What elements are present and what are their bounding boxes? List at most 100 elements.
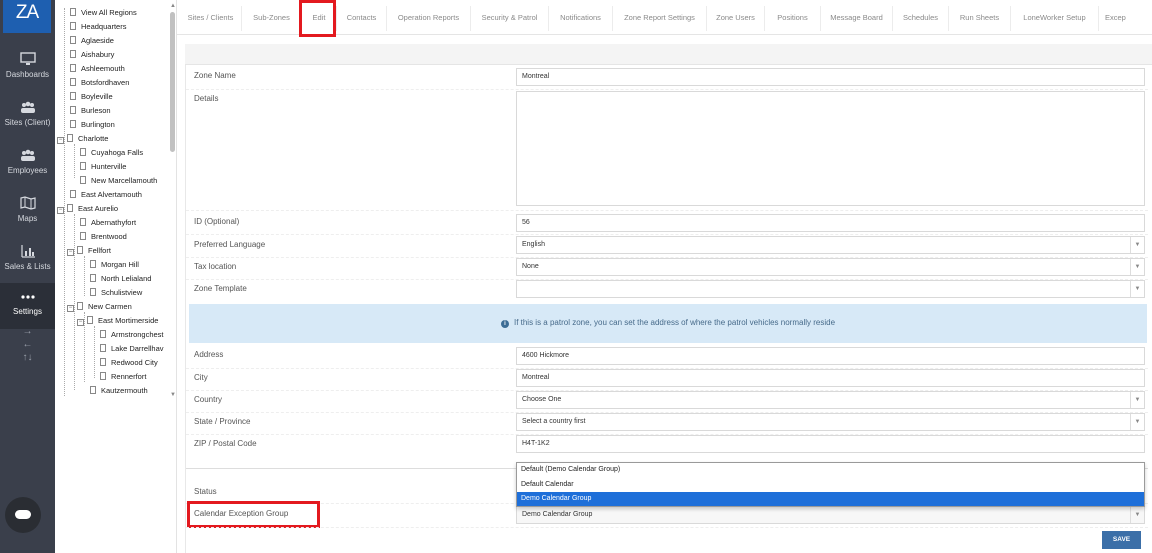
chevron-down-icon: ▼ [1130, 237, 1144, 253]
nav-sites-client[interactable]: Sites (Client) [0, 94, 55, 140]
nav-collapse-controls[interactable]: → ← ↑↓ [0, 325, 55, 364]
scroll-down-icon[interactable]: ▼ [170, 392, 176, 398]
tree-item[interactable]: Redwood City [100, 358, 158, 368]
app-logo[interactable]: ZA [3, 0, 51, 33]
tree-item[interactable]: Brentwood [80, 232, 127, 242]
tree-item[interactable]: North Lelialand [90, 274, 151, 284]
nav-employees[interactable]: Employees [0, 142, 55, 188]
zip-input[interactable]: H4T-1K2 [516, 435, 1145, 453]
address-input[interactable]: 4600 Hickmore [516, 347, 1145, 365]
nav-dashboards[interactable]: Dashboards [0, 46, 55, 92]
file-icon [70, 64, 76, 72]
details-textarea[interactable] [516, 91, 1145, 206]
state-label: State / Province [194, 417, 251, 426]
id-input[interactable]: 56 [516, 214, 1145, 232]
tab-sub-zones[interactable]: Sub-Zones [242, 6, 302, 31]
arrow-updown-icon[interactable]: ↑↓ [0, 351, 55, 364]
tree-item[interactable]: Burlington [70, 120, 115, 130]
state-select[interactable]: Select a country first ▼ [516, 413, 1145, 431]
arrow-right-icon[interactable]: → [0, 325, 55, 338]
scroll-up-icon[interactable]: ▲ [170, 3, 176, 9]
tree-item[interactable]: Hunterville [80, 162, 126, 172]
language-label: Preferred Language [194, 240, 266, 249]
nav-maps[interactable]: Maps [0, 190, 55, 236]
tab-notifications[interactable]: Notifications [549, 6, 613, 31]
tree-item[interactable]: New Marcellamouth [80, 176, 157, 186]
zone-name-label: Zone Name [194, 71, 236, 80]
tree-item[interactable]: Rennerfort [100, 372, 146, 382]
status-label: Status [194, 487, 217, 496]
dropdown-option[interactable]: Default (Demo Calendar Group) [517, 463, 1144, 477]
tree-item[interactable]: Morgan Hill [90, 260, 139, 270]
tab-loneworker-setup[interactable]: LoneWorker Setup [1011, 6, 1099, 31]
tree-scrollbar[interactable]: ▲ ▼ [169, 0, 177, 400]
chevron-down-icon: ▼ [1130, 392, 1144, 408]
chat-button[interactable] [5, 497, 41, 533]
calendar-group-value: Demo Calendar Group [522, 511, 593, 518]
tab-security-patrol[interactable]: Security & Patrol [471, 6, 549, 31]
save-button[interactable]: SAVE [1102, 531, 1141, 549]
tree-item[interactable]: Headquarters [70, 22, 126, 32]
collapse-toggle-icon[interactable]: − [77, 319, 84, 326]
tab-sites-clients[interactable]: Sites / Clients [180, 6, 242, 31]
tree-item[interactable]: Cuyahoga Falls [80, 148, 143, 158]
dropdown-option-selected[interactable]: Demo Calendar Group [517, 492, 1144, 506]
tree-item[interactable]: − Charlotte [57, 134, 108, 144]
tree-item[interactable]: Abernathyfort [80, 218, 136, 228]
details-label: Details [194, 94, 219, 103]
tree-item[interactable]: Burleson [70, 106, 111, 116]
tree-item[interactable]: − New Carmen [67, 302, 132, 312]
tab-positions[interactable]: Positions [765, 6, 821, 31]
collapse-toggle-icon[interactable]: − [57, 137, 64, 144]
file-icon [70, 50, 76, 58]
tree-item[interactable]: − East Mortimerside [77, 316, 158, 326]
tree-item[interactable]: − Fellfort [67, 246, 111, 256]
file-icon [70, 190, 76, 198]
nav-label: Sales & Lists [4, 262, 51, 271]
language-select[interactable]: English ▼ [516, 236, 1145, 254]
file-icon [77, 302, 83, 310]
tab-zone-users[interactable]: Zone Users [707, 6, 765, 31]
tab-contacts[interactable]: Contacts [337, 6, 387, 31]
tree-item[interactable]: View All Regions [70, 8, 137, 18]
collapse-toggle-icon[interactable]: − [67, 249, 74, 256]
scroll-thumb[interactable] [170, 12, 175, 152]
tree-item[interactable]: Armstrongchest [100, 330, 164, 340]
tab-message-board[interactable]: Message Board [821, 6, 893, 31]
nav-settings[interactable]: Settings [0, 283, 55, 329]
city-input[interactable]: Montreal [516, 369, 1145, 387]
tree-item[interactable]: Lake Darrellhav [100, 344, 164, 354]
tab-schedules[interactable]: Schedules [893, 6, 949, 31]
tab-operation-reports[interactable]: Operation Reports [387, 6, 471, 31]
collapse-toggle-icon[interactable]: − [57, 207, 64, 214]
tab-run-sheets[interactable]: Run Sheets [949, 6, 1011, 31]
country-value: Choose One [522, 396, 562, 403]
tab-zone-report-settings[interactable]: Zone Report Settings [613, 6, 707, 31]
tax-select[interactable]: None ▼ [516, 258, 1145, 276]
chevron-down-icon: ▼ [1130, 281, 1144, 297]
tab-exceptions[interactable]: Excep [1099, 6, 1152, 31]
template-select[interactable]: ▼ [516, 280, 1145, 298]
file-icon [70, 92, 76, 100]
tree-item[interactable]: Ashleemouth [70, 64, 125, 74]
file-icon [67, 134, 73, 142]
country-select[interactable]: Choose One ▼ [516, 391, 1145, 409]
tree-item[interactable]: Kautzermouth [90, 386, 148, 396]
nav-label: Employees [7, 166, 48, 175]
collapse-toggle-icon[interactable]: − [67, 305, 74, 312]
nav-sales-lists[interactable]: Sales & Lists [0, 238, 55, 284]
dropdown-option[interactable]: Default Calendar [517, 478, 1144, 492]
zone-name-input[interactable]: Montreal [516, 68, 1145, 86]
tree-item[interactable]: East Alvertamouth [70, 190, 142, 200]
arrow-left-icon[interactable]: ← [0, 338, 55, 351]
tree-item[interactable]: Botsfordhaven [70, 78, 129, 88]
calendar-group-select[interactable]: Demo Calendar Group ▼ [516, 506, 1145, 524]
file-icon [80, 148, 86, 156]
tree-item[interactable]: Aishabury [70, 50, 114, 60]
tree-item[interactable]: Schulistview [90, 288, 142, 298]
tree-item[interactable]: Boyleville [70, 92, 113, 102]
nav-label: Dashboards [5, 70, 50, 79]
tree-item[interactable]: Aglaeside [70, 36, 114, 46]
tree-item[interactable]: − East Aurelio [57, 204, 118, 214]
nav-label: Sites (Client) [4, 118, 51, 127]
